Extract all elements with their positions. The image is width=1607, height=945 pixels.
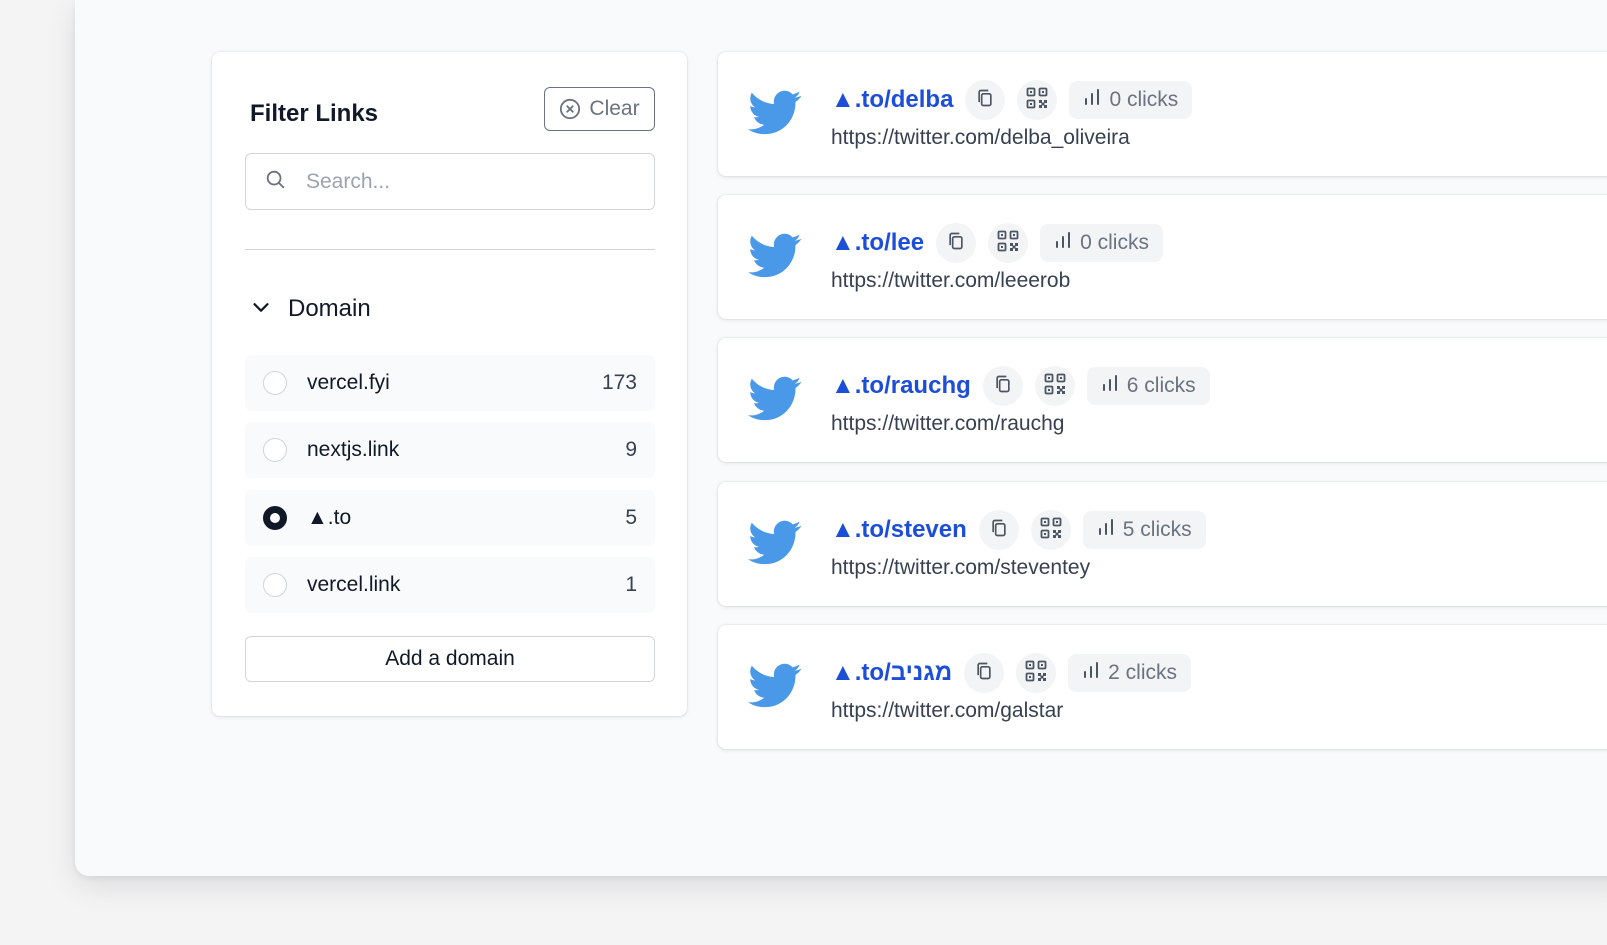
domain-name: vercel.fyi — [307, 371, 390, 394]
bar-chart-icon — [1101, 374, 1119, 398]
clicks-stats-button[interactable]: 0 clicks — [1040, 224, 1163, 262]
link-card[interactable]: ▲.to/delba 0 clicks https://twitter.com/… — [718, 52, 1607, 176]
search-icon — [264, 168, 286, 195]
domain-count: 9 — [625, 438, 637, 461]
short-link[interactable]: ▲.to/rauchg — [831, 372, 971, 400]
filter-panel: Filter Links Clear Search... Domain verc… — [212, 52, 687, 716]
link-row: ▲.to/lee 0 clicks — [831, 223, 1163, 263]
divider — [245, 249, 655, 250]
short-link[interactable]: ▲.to/delba — [831, 86, 953, 114]
twitter-icon — [748, 90, 802, 136]
app-window: Filter Links Clear Search... Domain verc… — [75, 0, 1607, 876]
filter-title: Filter Links — [250, 100, 379, 127]
chevron-down-icon — [250, 296, 272, 323]
domain-radio[interactable] — [263, 371, 287, 395]
qr-code-button[interactable] — [1016, 653, 1057, 693]
domain-option-vercel-fyi[interactable]: vercel.fyi 173 — [245, 355, 655, 411]
clicks-count: 2 clicks — [1108, 661, 1178, 684]
copy-icon — [975, 88, 995, 113]
twitter-icon — [748, 376, 802, 422]
search-input[interactable] — [304, 168, 628, 195]
bar-chart-icon — [1054, 231, 1072, 255]
clicks-stats-button[interactable]: 0 clicks — [1069, 81, 1193, 119]
destination-url: https://twitter.com/galstar — [831, 699, 1064, 722]
destination-url: https://twitter.com/delba_oliveira — [831, 126, 1130, 149]
copy-button[interactable] — [978, 510, 1019, 550]
copy-icon — [993, 374, 1013, 399]
twitter-icon — [748, 233, 802, 279]
clicks-count: 6 clicks — [1126, 374, 1196, 397]
link-row: ▲.to/delba 0 clicks — [831, 80, 1193, 120]
copy-button[interactable] — [964, 653, 1005, 693]
domain-count: 1 — [625, 573, 637, 596]
domain-count: 5 — [625, 506, 637, 529]
domain-radio[interactable] — [263, 438, 287, 462]
qr-code-button[interactable] — [1034, 366, 1075, 406]
domain-name: ▲.to — [307, 506, 352, 529]
link-card[interactable]: ▲.to/steven 5 clicks https://twitter.com… — [718, 482, 1607, 606]
domain-count: 173 — [601, 371, 637, 394]
link-card[interactable]: ▲.to/lee 0 clicks https://twitter.com/le… — [718, 195, 1607, 319]
clicks-count: 0 clicks — [1080, 231, 1149, 254]
bar-chart-icon — [1097, 518, 1115, 542]
clicks-stats-button[interactable]: 5 clicks — [1082, 511, 1206, 549]
short-link[interactable]: ▲.to/מגניב — [831, 659, 952, 687]
qr-code-icon — [1039, 516, 1063, 545]
copy-button[interactable] — [936, 223, 977, 263]
domain-option-nextjs-link[interactable]: nextjs.link 9 — [245, 422, 655, 478]
destination-url: https://twitter.com/steventey — [831, 556, 1091, 579]
domain-option-vercel-link[interactable]: vercel.link 1 — [245, 557, 655, 613]
short-link[interactable]: ▲.to/lee — [831, 229, 924, 257]
destination-url: https://twitter.com/rauchg — [831, 412, 1065, 435]
link-card[interactable]: ▲.to/מגניב 2 clicks https://twitter.com/… — [718, 625, 1607, 749]
bar-chart-icon — [1082, 661, 1100, 685]
copy-icon — [989, 518, 1009, 543]
copy-icon — [974, 661, 994, 686]
clicks-count: 5 clicks — [1122, 518, 1192, 541]
x-circle-icon — [559, 98, 581, 120]
clicks-count: 0 clicks — [1109, 88, 1179, 111]
copy-button[interactable] — [965, 80, 1006, 120]
copy-icon — [946, 231, 966, 256]
domain-name: nextjs.link — [307, 438, 400, 461]
link-row: ▲.to/מגניב 2 clicks — [831, 653, 1192, 693]
qr-code-icon — [1043, 372, 1067, 401]
qr-code-icon — [1025, 86, 1049, 115]
link-row: ▲.to/rauchg 6 clicks — [831, 366, 1210, 406]
qr-code-button[interactable] — [1030, 510, 1071, 550]
bar-chart-icon — [1083, 88, 1101, 112]
clear-label: Clear — [589, 97, 640, 120]
domain-option-triangle-to[interactable]: ▲.to 5 — [245, 490, 655, 546]
link-card[interactable]: ▲.to/rauchg 6 clicks https://twitter.com… — [718, 338, 1607, 462]
qr-code-button[interactable] — [988, 223, 1029, 263]
destination-url: https://twitter.com/leeerob — [831, 269, 1071, 292]
qr-code-icon — [1024, 659, 1048, 688]
clear-filters-button[interactable]: Clear — [544, 87, 655, 131]
twitter-icon — [748, 663, 802, 709]
domain-radio[interactable] — [263, 573, 287, 597]
domain-section-label: Domain — [288, 295, 371, 322]
qr-code-button[interactable] — [1017, 80, 1058, 120]
domain-section-toggle[interactable]: Domain — [250, 295, 371, 323]
domain-radio-selected[interactable] — [263, 506, 287, 530]
search-box[interactable] — [245, 153, 655, 210]
clicks-stats-button[interactable]: 6 clicks — [1086, 367, 1210, 405]
copy-button[interactable] — [982, 366, 1023, 406]
add-domain-button[interactable]: Add a domain — [245, 636, 655, 682]
qr-code-icon — [996, 229, 1020, 258]
domain-name: vercel.link — [307, 573, 401, 596]
short-link[interactable]: ▲.to/steven — [831, 516, 967, 544]
clicks-stats-button[interactable]: 2 clicks — [1068, 654, 1192, 692]
link-row: ▲.to/steven 5 clicks — [831, 510, 1206, 550]
twitter-icon — [748, 520, 802, 566]
